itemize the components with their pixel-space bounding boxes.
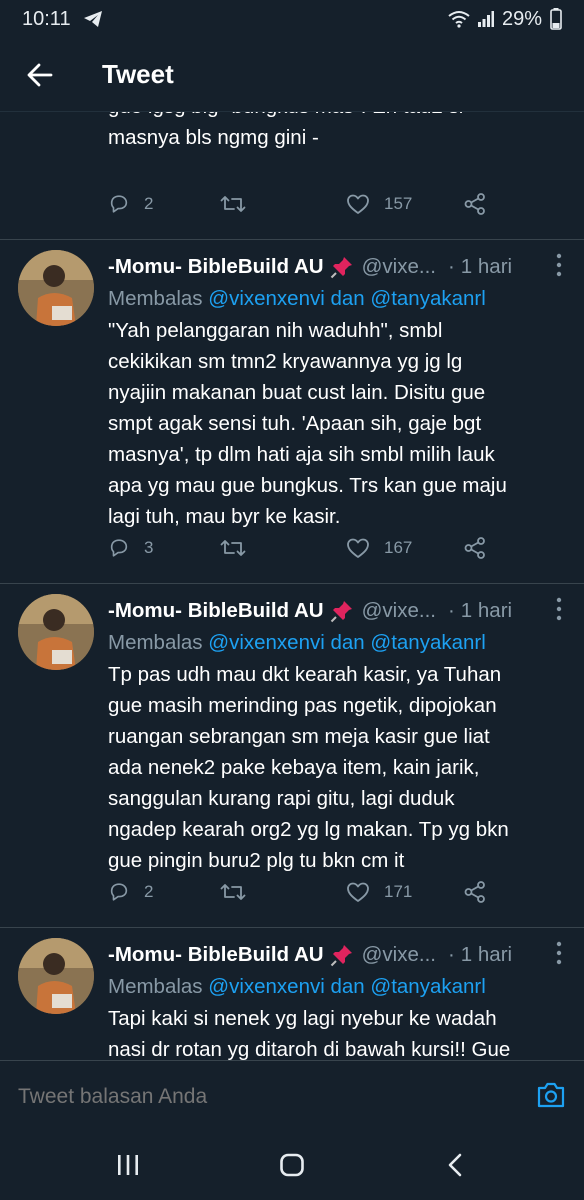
back-arrow-icon — [27, 63, 53, 86]
tweet[interactable]: -Momu- BibleBuild AU @vixe... · 1 hari M… — [0, 584, 584, 928]
replying-to-mentions[interactable]: @vixenxenvi dan @tanyakanrl — [208, 975, 486, 998]
user-handle[interactable]: @vixe... — [362, 943, 436, 967]
tweet-text: "Yah pelanggaran nih waduhh", smbl cekik… — [108, 319, 507, 528]
battery-icon — [550, 8, 562, 30]
avatar[interactable] — [18, 938, 94, 1014]
tweet[interactable]: gue lgsg blg "bungkus mas". Eh tau2 si m… — [0, 112, 584, 240]
more-options-icon[interactable] — [556, 252, 562, 284]
reply-icon — [110, 195, 128, 213]
heart-icon — [347, 194, 369, 214]
retweet-icon — [220, 196, 246, 212]
tweet-time: 1 hari — [460, 599, 513, 622]
battery-text: 29% — [501, 7, 542, 30]
tweet-text: gue lgsg blg "bungkus mas". Eh tau2 si m… — [108, 112, 463, 149]
retweet-icon — [220, 540, 246, 556]
wifi-icon — [448, 10, 470, 28]
replying-to-label: Membalas — [108, 975, 203, 998]
replying-to: Membalas @vixenxenvi dan @tanyakanrl — [108, 628, 568, 658]
share-icon — [464, 881, 485, 903]
replying-to: Membalas @vixenxenvi dan @tanyakanrl — [108, 972, 568, 1002]
display-name[interactable]: -Momu- BibleBuild AU — [108, 943, 324, 967]
replying-to-label: Membalas — [108, 287, 203, 310]
signal-icon — [477, 10, 494, 28]
tweet-header: -Momu- BibleBuild AU @vixe... · 1 hari — [108, 250, 568, 284]
heart-icon — [347, 538, 369, 558]
display-name[interactable]: -Momu- BibleBuild AU — [108, 255, 324, 279]
heart-icon — [347, 882, 369, 902]
page-title: Tweet — [102, 59, 174, 89]
tweet-actions: 3 167 — [108, 533, 508, 563]
reply-icon — [110, 539, 128, 557]
reply-count: 3 — [144, 538, 154, 557]
retweet-button[interactable] — [220, 881, 246, 903]
replying-to-mentions[interactable]: @vixenxenvi dan @tanyakanrl — [208, 287, 486, 310]
replying-to-label: Membalas — [108, 631, 203, 654]
like-button[interactable]: 167 — [346, 537, 412, 559]
tweet-header: -Momu- BibleBuild AU @vixe... · 1 hari — [108, 594, 568, 628]
share-icon — [464, 537, 485, 559]
reply-count: 2 — [144, 882, 154, 901]
back-nav-icon[interactable] — [446, 1152, 464, 1183]
recent-apps-icon[interactable] — [116, 1152, 140, 1183]
reply-button[interactable]: 3 — [108, 537, 153, 559]
avatar[interactable] — [18, 594, 94, 670]
avatar[interactable] — [18, 250, 94, 326]
reply-button[interactable]: 2 — [108, 881, 153, 903]
tweet-thread: gue lgsg blg "bungkus mas". Eh tau2 si m… — [0, 112, 584, 1060]
pushpin-icon — [330, 599, 354, 623]
share-button[interactable] — [464, 537, 486, 559]
share-button[interactable] — [464, 881, 486, 903]
separator-dot: · — [447, 255, 455, 278]
display-name[interactable]: -Momu- BibleBuild AU — [108, 599, 324, 623]
pushpin-icon — [330, 943, 354, 967]
like-button[interactable]: 157 — [346, 193, 412, 215]
system-navigation-bar — [0, 1132, 584, 1200]
like-count: 167 — [384, 538, 413, 557]
tweet[interactable]: -Momu- BibleBuild AU @vixe... · 1 hari M… — [0, 928, 584, 1060]
separator-dot: · — [447, 599, 455, 622]
tweet-time: 1 hari — [460, 943, 513, 966]
retweet-button[interactable] — [220, 537, 246, 559]
reply-count: 2 — [144, 194, 154, 213]
like-button[interactable]: 171 — [346, 881, 412, 903]
share-button[interactable] — [464, 193, 486, 215]
reply-compose-bar — [0, 1060, 584, 1132]
replying-to-mentions[interactable]: @vixenxenvi dan @tanyakanrl — [208, 631, 486, 654]
more-options-icon[interactable] — [556, 940, 562, 972]
tweet-actions: 2 171 — [108, 877, 508, 907]
user-handle[interactable]: @vixe... — [362, 599, 436, 623]
retweet-button[interactable] — [220, 193, 246, 215]
tweet-time: 1 hari — [460, 255, 513, 278]
back-button[interactable] — [0, 38, 80, 112]
tweet-actions: 2 157 — [108, 189, 508, 219]
reply-icon — [110, 883, 128, 901]
tweet-text: Tapi kaki si nenek yg lagi nyebur ke wad… — [108, 1007, 511, 1060]
tweet[interactable]: -Momu- BibleBuild AU @vixe... · 1 hari M… — [0, 240, 584, 584]
status-bar: 10:11 29% — [0, 0, 584, 38]
retweet-icon — [220, 884, 246, 900]
header: Tweet — [0, 38, 584, 112]
separator-dot: · — [447, 943, 455, 966]
home-icon[interactable] — [279, 1152, 305, 1183]
like-count: 171 — [384, 882, 413, 901]
pushpin-icon — [330, 255, 354, 279]
like-count: 157 — [384, 194, 413, 213]
reply-button[interactable]: 2 — [108, 193, 153, 215]
more-options-icon[interactable] — [556, 596, 562, 628]
replying-to: Membalas @vixenxenvi dan @tanyakanrl — [108, 284, 568, 314]
share-icon — [464, 193, 485, 215]
status-time: 10:11 — [22, 7, 71, 30]
telegram-icon — [83, 10, 103, 28]
tweet-header: -Momu- BibleBuild AU @vixe... · 1 hari — [108, 938, 568, 972]
camera-icon[interactable] — [536, 1081, 566, 1114]
user-handle[interactable]: @vixe... — [362, 255, 436, 279]
reply-input[interactable] — [18, 1084, 498, 1109]
tweet-text: Tp pas udh mau dkt kearah kasir, ya Tuha… — [108, 663, 509, 872]
